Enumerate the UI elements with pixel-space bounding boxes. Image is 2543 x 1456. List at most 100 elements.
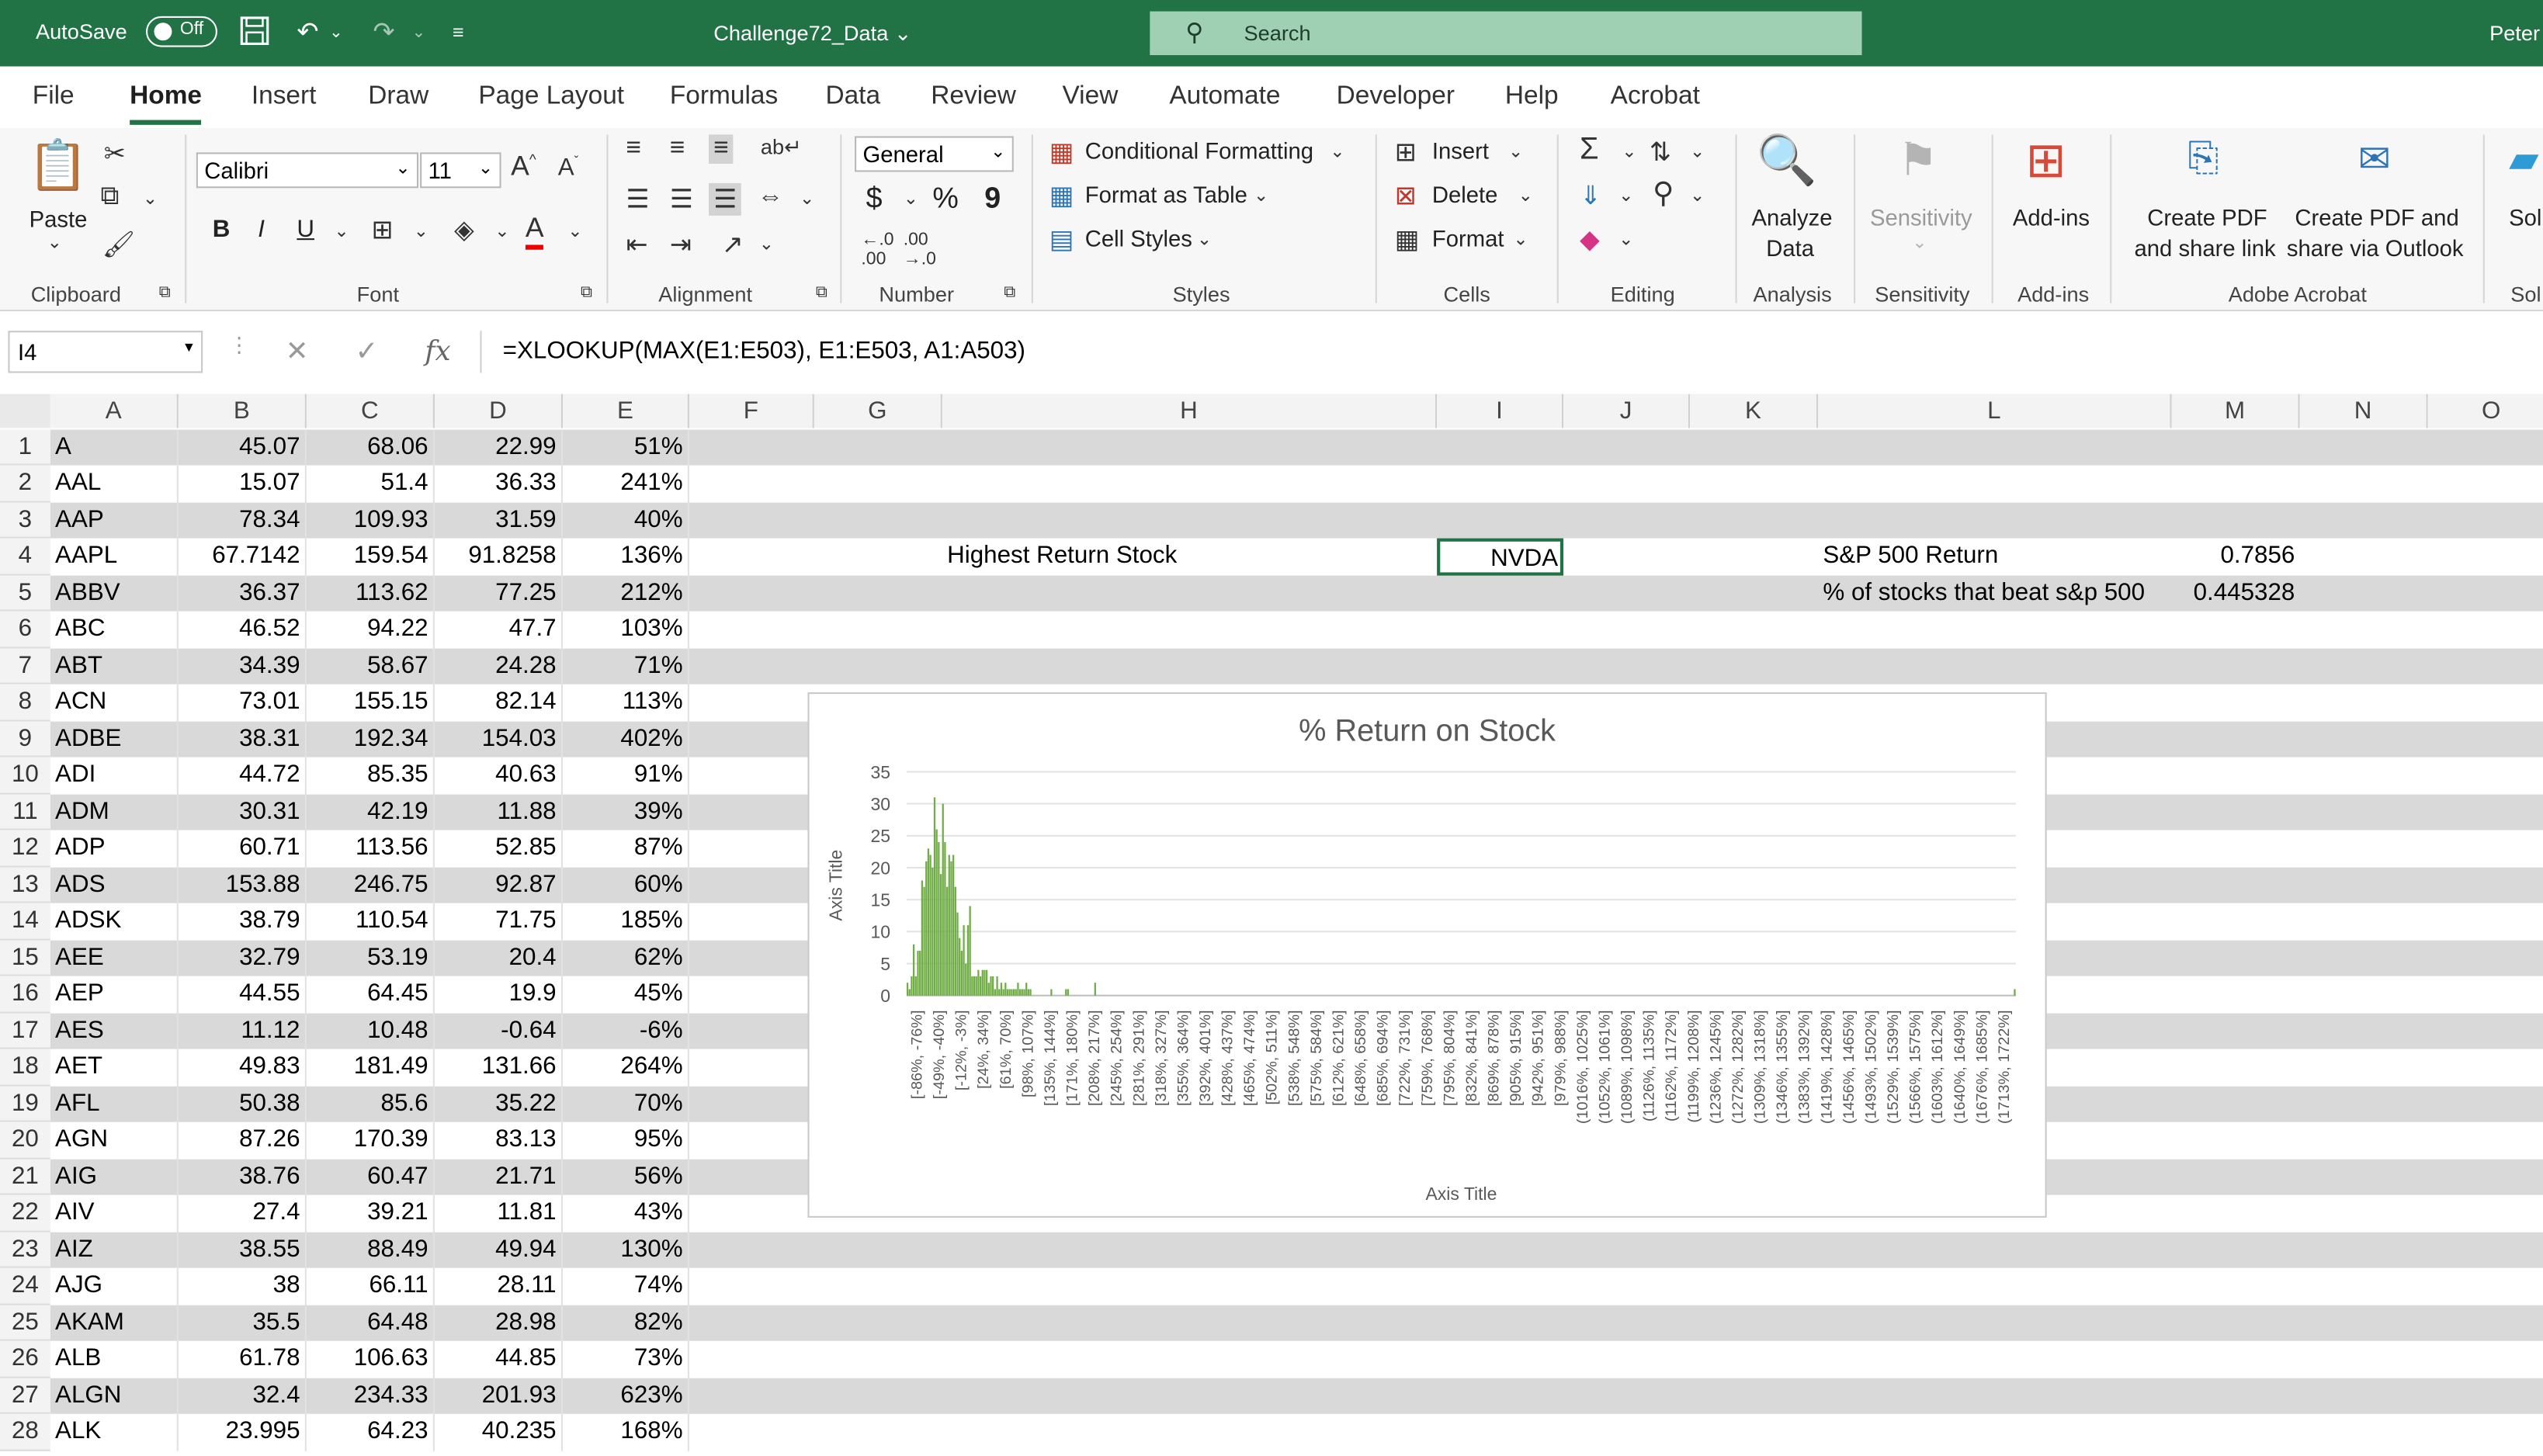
cell-ticker[interactable]: AIZ: [50, 1231, 179, 1268]
create-outlook-label-2[interactable]: share via Outlook: [2287, 235, 2464, 261]
cell-ticker[interactable]: AEE: [50, 939, 179, 976]
undo-icon[interactable]: ↶: [297, 16, 318, 49]
row-header[interactable]: 24: [0, 1267, 50, 1305]
cell-start-price[interactable]: 34.39: [179, 647, 307, 685]
delete-cells-button[interactable]: Delete: [1432, 182, 1498, 207]
cell-change[interactable]: 24.28: [435, 647, 563, 685]
chart-bar[interactable]: [1000, 983, 1003, 996]
chart-bar[interactable]: [977, 969, 980, 996]
cell-start-price[interactable]: 35.5: [179, 1304, 307, 1341]
cell-ticker[interactable]: ALGN: [50, 1377, 179, 1414]
chart-bar[interactable]: [987, 983, 990, 996]
cell-end-price[interactable]: 110.54: [307, 903, 435, 940]
redo-dropdown-icon[interactable]: ⌄: [412, 24, 426, 42]
cell-start-price[interactable]: 32.79: [179, 939, 307, 976]
number-launcher-icon[interactable]: ⧉: [1004, 284, 1015, 302]
chart-bar[interactable]: [1021, 989, 1023, 996]
cell-return[interactable]: 62%: [563, 939, 689, 976]
tab-automate[interactable]: Automate: [1169, 83, 1280, 113]
row-header[interactable]: 16: [0, 976, 50, 1013]
cell-end-price[interactable]: 246.75: [307, 866, 435, 903]
cell-start-price[interactable]: 45.07: [179, 428, 307, 466]
cell-end-price[interactable]: 113.56: [307, 830, 435, 867]
cell-sp500-return-value[interactable]: 0.7856: [2172, 539, 2300, 575]
row-header[interactable]: 1: [0, 428, 50, 466]
increase-indent-icon[interactable]: ⇥: [670, 229, 692, 262]
cell-ticker[interactable]: AET: [50, 1049, 179, 1086]
row-header[interactable]: 5: [0, 574, 50, 612]
column-header-l[interactable]: L: [1818, 393, 2172, 428]
cell-ticker[interactable]: ADI: [50, 757, 179, 794]
column-header-d[interactable]: D: [434, 393, 563, 428]
cell-highest-return-value[interactable]: NVDA: [1437, 538, 1564, 575]
align-right-icon[interactable]: ☰: [709, 183, 742, 216]
row-header[interactable]: 18: [0, 1049, 50, 1086]
format-cells-button[interactable]: Format: [1432, 225, 1504, 251]
chart-bar[interactable]: [990, 976, 992, 996]
cell-start-price[interactable]: 49.83: [179, 1049, 307, 1086]
underline-button[interactable]: U: [297, 216, 314, 244]
chart-bar[interactable]: [939, 874, 942, 996]
cell-end-price[interactable]: 109.93: [307, 501, 435, 539]
chart-bar[interactable]: [981, 969, 984, 996]
create-pdf-label-1[interactable]: Create PDF: [2147, 204, 2267, 230]
name-box[interactable]: I4 ▾: [8, 331, 203, 373]
row-header[interactable]: 27: [0, 1377, 50, 1414]
font-name-select[interactable]: Calibri ⌄: [196, 152, 419, 189]
cell-end-price[interactable]: 51.4: [307, 465, 435, 502]
analyze-data-label-1[interactable]: Analyze: [1751, 204, 1832, 230]
paste-dropdown-icon[interactable]: ⌄: [47, 232, 62, 253]
analyze-data-icon[interactable]: 🔍: [1757, 133, 1817, 189]
chevron-down-icon[interactable]: ⌄: [1508, 141, 1523, 162]
row-header[interactable]: 25: [0, 1304, 50, 1341]
row-header[interactable]: 23: [0, 1231, 50, 1268]
analyze-data-label-2[interactable]: Data: [1766, 235, 1814, 261]
cell-start-price[interactable]: 38: [179, 1267, 307, 1305]
row-header[interactable]: 19: [0, 1085, 50, 1122]
chart-bar[interactable]: [952, 855, 955, 996]
chart-bar[interactable]: [1067, 989, 1070, 996]
cell-end-price[interactable]: 159.54: [307, 538, 435, 575]
chart-bar[interactable]: [914, 976, 917, 996]
cell-end-price[interactable]: 192.34: [307, 720, 435, 757]
tab-file[interactable]: File: [33, 83, 75, 113]
cell-end-price[interactable]: 68.06: [307, 428, 435, 466]
chart-bar[interactable]: [1018, 989, 1022, 996]
italic-button[interactable]: I: [258, 216, 265, 244]
number-format-select[interactable]: General ⌄: [855, 136, 1014, 172]
user-name[interactable]: Peter: [2489, 21, 2540, 45]
cell-return[interactable]: 51%: [563, 428, 689, 466]
cell-start-price[interactable]: 38.76: [179, 1158, 307, 1195]
solver-icon[interactable]: ▰: [2509, 136, 2539, 183]
tab-developer[interactable]: Developer: [1337, 83, 1455, 113]
clear-icon[interactable]: ◆: [1580, 224, 1600, 256]
chart-bar[interactable]: [966, 925, 970, 996]
chart-bar[interactable]: [960, 951, 963, 996]
cell-return[interactable]: 168%: [563, 1413, 689, 1451]
cell-start-price[interactable]: 15.07: [179, 465, 307, 502]
cell-end-price[interactable]: 64.48: [307, 1304, 435, 1341]
cell-end-price[interactable]: 181.49: [307, 1049, 435, 1086]
row-header[interactable]: 13: [0, 866, 50, 903]
tab-review[interactable]: Review: [931, 83, 1016, 113]
chevron-down-icon[interactable]: ⌄: [1518, 185, 1533, 206]
chart-bar[interactable]: [1017, 983, 1019, 996]
chevron-down-icon[interactable]: ⌄: [1513, 229, 1528, 250]
find-select-icon[interactable]: ⚲: [1653, 177, 1674, 211]
format-as-table-button[interactable]: Format as Table: [1085, 182, 1247, 207]
chart-bar[interactable]: [1004, 983, 1007, 996]
cell-change[interactable]: 31.59: [435, 501, 563, 539]
row-header[interactable]: 22: [0, 1194, 50, 1232]
cell-change[interactable]: 11.88: [435, 793, 563, 830]
document-title[interactable]: Challenge72_Data ⌄: [713, 21, 911, 47]
currency-dropdown-icon[interactable]: ⌄: [904, 188, 918, 209]
cell-return[interactable]: 82%: [563, 1304, 689, 1341]
cell-start-price[interactable]: 61.78: [179, 1340, 307, 1378]
cell-change[interactable]: 28.98: [435, 1304, 563, 1341]
add-ins-icon[interactable]: ⊞: [2026, 133, 2067, 189]
row-header[interactable]: 26: [0, 1340, 50, 1378]
cell-ticker[interactable]: ACN: [50, 684, 179, 721]
cell-start-price[interactable]: 50.38: [179, 1085, 307, 1122]
column-header-b[interactable]: B: [178, 393, 307, 428]
more-options-icon[interactable]: ⋮: [229, 332, 250, 358]
